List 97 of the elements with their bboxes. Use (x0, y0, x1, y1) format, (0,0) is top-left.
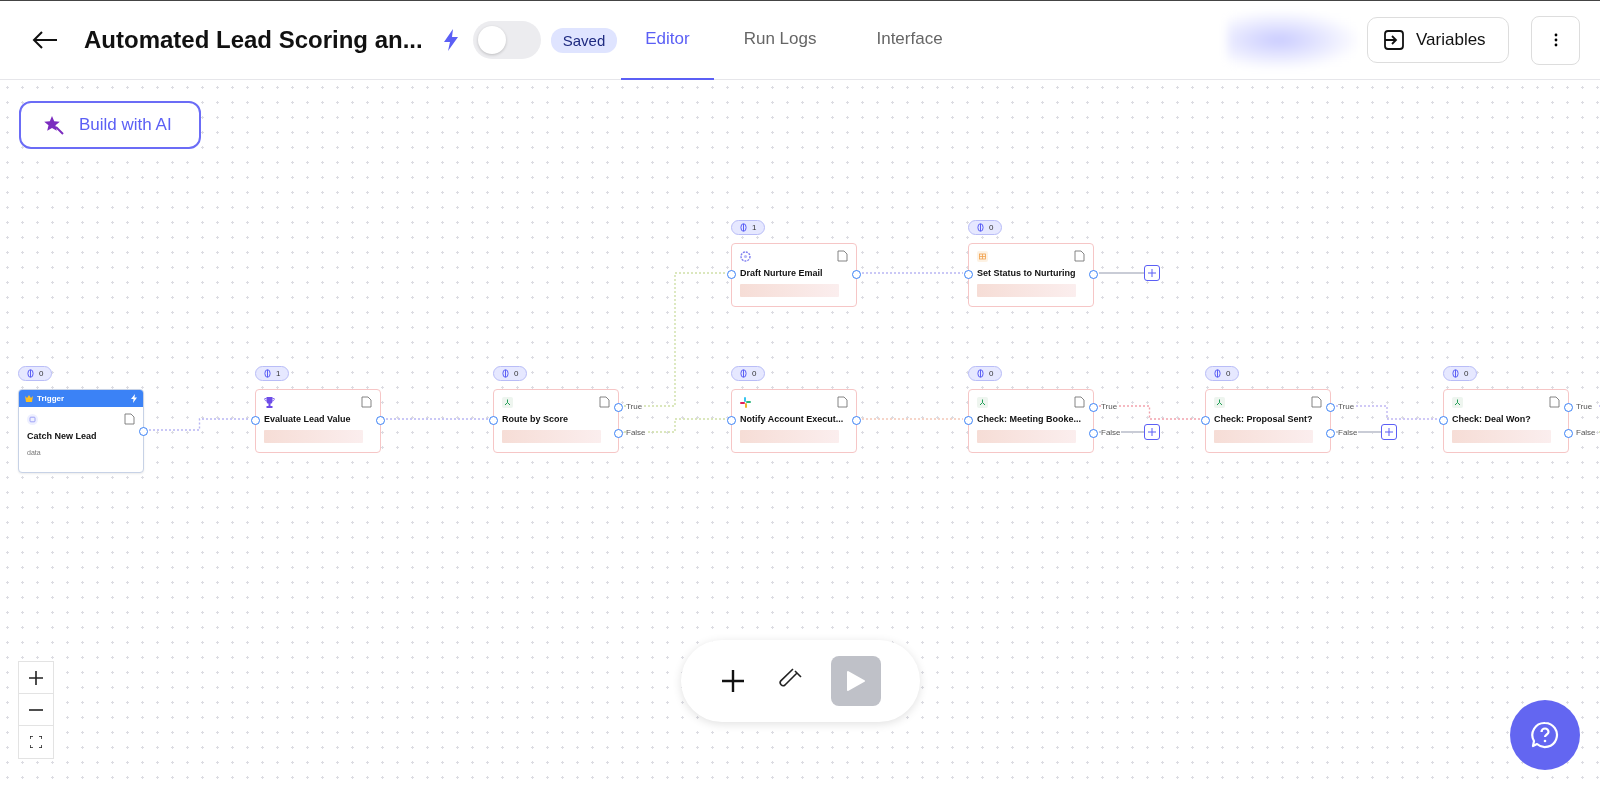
lightning-icon (131, 394, 137, 403)
node-title: Catch New Lead (27, 431, 98, 441)
run-count-badge: 0 (968, 366, 1003, 381)
run-count-badge: 0 (493, 366, 528, 381)
node-title: Check: Meeting Booke... (977, 414, 1083, 424)
connector-line (1098, 272, 1145, 274)
run-button[interactable] (831, 656, 881, 706)
back-arrow-icon (32, 31, 58, 49)
branch-label: False (626, 428, 646, 437)
node-title: Check: Deal Won? (1452, 414, 1532, 424)
plus-icon (1148, 269, 1156, 277)
calendar-icon (27, 413, 38, 425)
toggle-switch[interactable] (472, 21, 541, 59)
document-icon (1074, 396, 1085, 408)
tab[interactable]: Run Logs (713, 1, 847, 80)
add-step-button[interactable] (1381, 424, 1397, 440)
run-count-badge: 0 (731, 366, 766, 381)
input-port[interactable] (964, 270, 973, 279)
run-count-badge: 1 (255, 366, 290, 381)
play-icon (846, 670, 866, 692)
document-icon (124, 413, 135, 425)
output-port[interactable] (376, 416, 385, 425)
slack-icon (740, 396, 751, 408)
input-port[interactable] (1201, 416, 1210, 425)
input-port[interactable] (1439, 416, 1448, 425)
connector-line (1598, 405, 1600, 407)
output-port[interactable] (139, 427, 148, 436)
branch-icon (977, 396, 988, 408)
branch-port[interactable] (614, 429, 623, 438)
branch-label: False (1338, 428, 1358, 437)
run-count-badge: 1 (731, 220, 766, 235)
node-title: Evaluate Lead Value (264, 414, 352, 424)
document-icon (1549, 396, 1560, 408)
node-title: Route by Score (502, 414, 569, 424)
help-icon (1530, 720, 1560, 750)
build-with-ai-button[interactable]: Build with AI (19, 101, 201, 149)
branch-port[interactable] (1564, 403, 1573, 412)
branch-port[interactable] (1089, 403, 1098, 412)
run-count-badge: 0 (18, 366, 53, 381)
input-port[interactable] (489, 416, 498, 425)
branch-icon (1214, 396, 1225, 408)
document-icon (599, 396, 610, 408)
variables-button[interactable]: Variables (1367, 17, 1509, 63)
run-count-badge: 0 (968, 220, 1003, 235)
branch-label: False (1576, 428, 1596, 437)
saved-status: Saved (550, 27, 618, 53)
run-count-badge: 0 (1443, 366, 1478, 381)
branch-label: True (1101, 402, 1118, 411)
node-title: Set Status to Nurturing (977, 268, 1077, 278)
document-icon (837, 396, 848, 408)
table-icon (977, 250, 988, 262)
magic-star-icon (43, 114, 65, 136)
branch-icon (502, 396, 513, 408)
branch-port[interactable] (1326, 429, 1335, 438)
input-port[interactable] (964, 416, 973, 425)
document-icon (1074, 250, 1085, 262)
crown-icon (25, 395, 33, 402)
branch-label: True (626, 402, 643, 411)
add-step-button[interactable] (1144, 424, 1160, 440)
plus-icon (1148, 428, 1156, 436)
branch-label: False (1101, 428, 1121, 437)
node-title: Check: Proposal Sent? (1214, 414, 1314, 424)
branch-label: True (1576, 402, 1593, 411)
more-menu-button[interactable] (1531, 15, 1580, 65)
output-port[interactable] (852, 416, 861, 425)
add-step-button[interactable] (1144, 265, 1160, 281)
minus-icon (29, 708, 43, 711)
trigger-header: Trigger (19, 390, 143, 407)
variables-icon (1382, 28, 1406, 52)
branch-icon (1452, 396, 1463, 408)
fullscreen-icon (30, 736, 42, 748)
branch-label: True (1338, 402, 1355, 411)
plus-icon (721, 669, 745, 693)
node-title: Notify Account Execut... (740, 414, 845, 424)
output-port[interactable] (852, 270, 861, 279)
node-title: Draft Nurture Email (740, 268, 824, 278)
help-chat-button[interactable] (1510, 700, 1580, 770)
plus-icon (29, 670, 43, 685)
document-icon (361, 396, 372, 408)
output-port[interactable] (1089, 270, 1098, 279)
plus-icon (1385, 428, 1393, 436)
branch-port[interactable] (1326, 403, 1335, 412)
branch-port[interactable] (614, 403, 623, 412)
workflow-title: Automated Lead Scoring an... (84, 26, 423, 54)
branch-port[interactable] (1089, 429, 1098, 438)
document-icon (837, 250, 848, 262)
branch-port[interactable] (1564, 429, 1573, 438)
connector-line (1598, 431, 1600, 433)
input-port[interactable] (251, 416, 260, 425)
input-port[interactable] (727, 270, 736, 279)
document-icon (1311, 396, 1322, 408)
input-port[interactable] (727, 416, 736, 425)
tab[interactable]: Interface (846, 1, 973, 80)
more-icon (1553, 33, 1558, 47)
lightning-icon (442, 29, 459, 51)
run-count-badge: 0 (1205, 366, 1240, 381)
trophy-icon (264, 396, 275, 408)
